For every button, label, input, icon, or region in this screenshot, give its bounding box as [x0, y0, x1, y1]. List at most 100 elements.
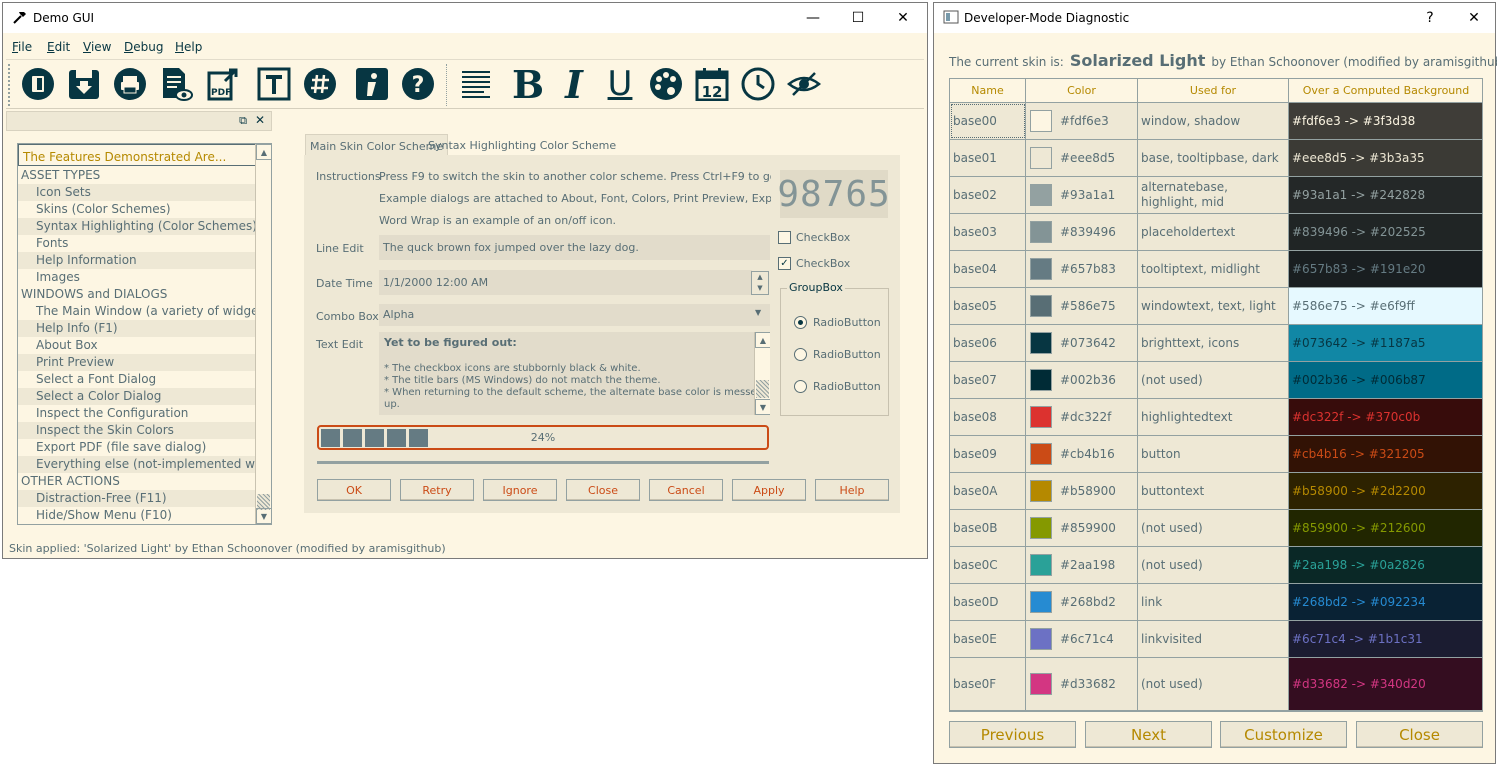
menu-debug[interactable]: Debug	[124, 40, 163, 54]
help-dialog-button[interactable]: Help	[815, 479, 889, 501]
cell-used-for[interactable]: window, shadow	[1138, 103, 1289, 139]
save-button[interactable]	[64, 64, 104, 104]
number-button[interactable]	[300, 64, 340, 104]
cell-computed-background[interactable]: #eee8d5 -> #3b3a35	[1289, 140, 1482, 176]
combo-box[interactable]: Alpha	[379, 304, 770, 326]
cell-name[interactable]: base00	[950, 103, 1026, 139]
cell-color[interactable]: #cb4b16	[1026, 436, 1138, 472]
column-header-color[interactable]: Color	[1026, 79, 1138, 103]
table-row[interactable]: base03 #839496 placeholdertext #839496 -> #…	[950, 214, 1482, 251]
cell-used-for[interactable]: button	[1138, 436, 1289, 472]
table-row[interactable]: base08 #dc322f highlightedtext #dc322f -> #…	[950, 399, 1482, 436]
cell-color[interactable]: #dc322f	[1026, 399, 1138, 435]
scroll-up-icon[interactable]: ▲	[755, 332, 770, 348]
table-row[interactable]: base04 #657b83 tooltiptext, midlight #657b8…	[950, 251, 1482, 288]
cell-name[interactable]: base05	[950, 288, 1026, 324]
cell-computed-background[interactable]: #b58900 -> #2d2200	[1289, 473, 1482, 509]
cell-used-for[interactable]: alternatebase, highlight, mid	[1138, 177, 1289, 213]
retry-button[interactable]: Retry	[400, 479, 474, 501]
menu-file[interactable]: File	[12, 40, 32, 54]
print-preview-button[interactable]	[156, 64, 196, 104]
cell-computed-background[interactable]: #cb4b16 -> #321205	[1289, 436, 1482, 472]
scroll-thumb[interactable]	[756, 380, 769, 398]
radio-unselected-icon[interactable]	[794, 380, 807, 393]
open-button[interactable]	[18, 64, 58, 104]
cancel-button[interactable]: Cancel	[649, 479, 723, 501]
cell-color[interactable]: #586e75	[1026, 288, 1138, 324]
tab-syntax-highlighting[interactable]: Syntax Highlighting Color Scheme	[424, 134, 620, 156]
list-category[interactable]: ASSET TYPES	[18, 167, 256, 184]
column-header-computed[interactable]: Over a Computed Background	[1289, 79, 1482, 103]
cell-computed-background[interactable]: #dc322f -> #370c0b	[1289, 399, 1482, 435]
cell-color[interactable]: #002b36	[1026, 362, 1138, 398]
scroll-up-icon[interactable]: ▲	[256, 144, 271, 160]
list-item[interactable]: Skins (Color Schemes)	[18, 201, 256, 218]
cell-name[interactable]: base01	[950, 140, 1026, 176]
column-header-name[interactable]: Name	[950, 79, 1026, 103]
radio-unselected-icon[interactable]	[794, 348, 807, 361]
close-window-button[interactable]: ✕	[1452, 7, 1496, 29]
clock-button[interactable]	[738, 64, 778, 104]
cell-computed-background[interactable]: #6c71c4 -> #1b1c31	[1289, 621, 1482, 657]
list-item[interactable]: Export PDF (file save dialog)	[18, 439, 256, 456]
cell-computed-background[interactable]: #002b36 -> #006b87	[1289, 362, 1482, 398]
list-item[interactable]: Print Preview	[18, 354, 256, 371]
toolbar-grip[interactable]	[8, 64, 12, 106]
date-time-input[interactable]: 1/1/2000 12:00 AM	[379, 270, 752, 295]
list-category[interactable]: OTHER ACTIONS	[18, 473, 256, 490]
cell-name[interactable]: base04	[950, 251, 1026, 287]
table-row[interactable]: base0E #6c71c4 linkvisited #6c71c4 -> #1b1c…	[950, 621, 1482, 658]
cell-used-for[interactable]: windowtext, text, light	[1138, 288, 1289, 324]
apply-button[interactable]: Apply	[732, 479, 806, 501]
palette-button[interactable]	[646, 64, 686, 104]
maximize-button[interactable]: ☐	[836, 7, 880, 29]
cell-color[interactable]: #859900	[1026, 510, 1138, 546]
cell-name[interactable]: base07	[950, 362, 1026, 398]
list-item[interactable]: Everything else (not-implemented war...	[18, 456, 256, 473]
features-list[interactable]: The Features Demonstrated Are... ASSET T…	[17, 143, 272, 525]
cell-used-for[interactable]: buttontext	[1138, 473, 1289, 509]
cell-color[interactable]: #2aa198	[1026, 547, 1138, 583]
line-edit-input[interactable]: The quck brown fox jumped over the lazy …	[379, 235, 770, 260]
cell-computed-background[interactable]: #839496 -> #202525	[1289, 214, 1482, 250]
next-button[interactable]: Next	[1085, 721, 1212, 748]
demo-titlebar[interactable]: Demo GUI — ☐ ✕	[3, 3, 927, 33]
date-time-spinner[interactable]: ▲ ▼	[751, 271, 769, 295]
cell-used-for[interactable]: highlightedtext	[1138, 399, 1289, 435]
table-row[interactable]: base07 #002b36 (not used) #002b36 -> #006b8…	[950, 362, 1482, 399]
slider-track[interactable]	[317, 461, 769, 464]
cell-color[interactable]: #eee8d5	[1026, 140, 1138, 176]
list-item[interactable]: Distraction-Free (F11)	[18, 490, 256, 507]
table-row[interactable]: base0A #b58900 buttontext #b58900 -> #2d220…	[950, 473, 1482, 510]
table-row[interactable]: base0D #268bd2 link #268bd2 -> #092234	[950, 584, 1482, 621]
cell-name[interactable]: base0F	[950, 658, 1026, 710]
cell-used-for[interactable]: link	[1138, 584, 1289, 620]
menu-view[interactable]: View	[83, 40, 111, 54]
menu-help[interactable]: Help	[175, 40, 202, 54]
skin-colors-table[interactable]: Name Color Used for Over a Computed Back…	[949, 78, 1483, 712]
features-list-header[interactable]: The Features Demonstrated Are...	[18, 144, 256, 166]
table-row[interactable]: base06 #073642 brighttext, icons #073642 ->…	[950, 325, 1482, 362]
info-button[interactable]	[352, 64, 392, 104]
list-item[interactable]: Help Info (F1)	[18, 320, 256, 337]
cell-used-for[interactable]: tooltiptext, midlight	[1138, 251, 1289, 287]
cell-color[interactable]: #93a1a1	[1026, 177, 1138, 213]
table-row[interactable]: base0B #859900 (not used) #859900 -> #21260…	[950, 510, 1482, 547]
font-button[interactable]	[254, 64, 294, 104]
bold-button[interactable]: B	[508, 62, 548, 107]
chevron-down-icon[interactable]: ▼	[755, 308, 761, 317]
list-item[interactable]: Inspect the Configuration	[18, 405, 256, 422]
cell-used-for[interactable]: (not used)	[1138, 362, 1289, 398]
radio-selected-icon[interactable]	[794, 316, 807, 329]
cell-name[interactable]: base03	[950, 214, 1026, 250]
calendar-button[interactable]: 12	[692, 64, 732, 104]
export-pdf-button[interactable]: PDF	[202, 64, 242, 104]
spin-down-icon[interactable]: ▼	[752, 283, 768, 294]
list-category[interactable]: WINDOWS and DIALOGS	[18, 286, 256, 303]
cell-used-for[interactable]: placeholdertext	[1138, 214, 1289, 250]
table-row[interactable]: base0F #d33682 (not used) #d33682 -> #340d2…	[950, 658, 1482, 711]
dock-float-icon[interactable]: ⧉	[239, 114, 247, 128]
menu-edit[interactable]: Edit	[47, 40, 70, 54]
previous-button[interactable]: Previous	[949, 721, 1076, 748]
checkbox-checked-icon[interactable]: ✓	[778, 257, 791, 270]
